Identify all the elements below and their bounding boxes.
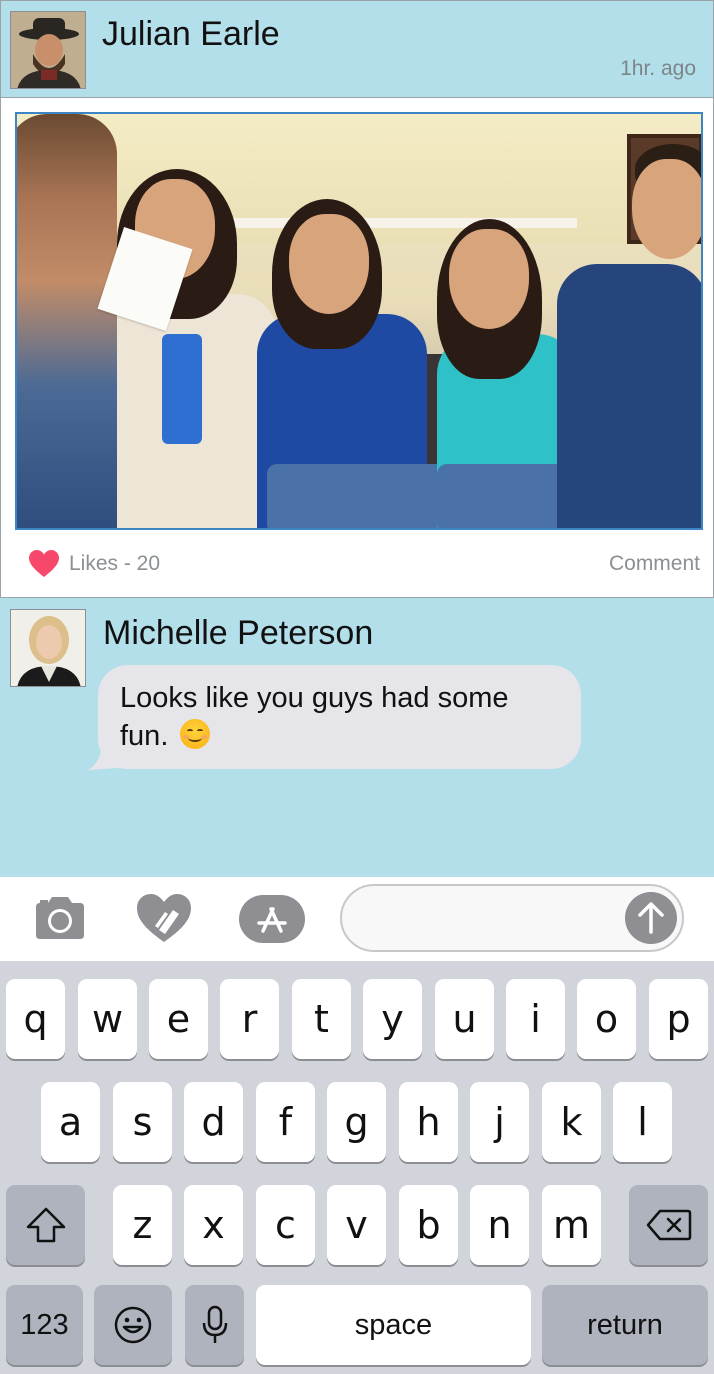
key-z[interactable]: z <box>113 1185 172 1265</box>
comment-text: Looks like you guys had some fun. <box>120 682 509 752</box>
key-c[interactable]: c <box>256 1185 315 1265</box>
app-store-icon <box>257 907 287 933</box>
julian-avatar[interactable] <box>10 11 86 89</box>
numbers-key[interactable]: 123 <box>6 1285 83 1365</box>
key-j[interactable]: j <box>470 1082 529 1162</box>
backspace-key[interactable] <box>629 1185 708 1265</box>
space-key[interactable]: space <box>256 1285 531 1365</box>
key-l[interactable]: l <box>613 1082 672 1162</box>
comment-bubble[interactable]: Looks like you guys had some fun. <box>98 665 581 769</box>
keyboard: q w e r t y u i o p a s d f g h j k l z … <box>0 961 714 1374</box>
key-o[interactable]: o <box>577 979 636 1059</box>
post-author-name[interactable]: Julian Earle <box>102 15 280 54</box>
key-q[interactable]: q <box>6 979 65 1059</box>
shift-icon <box>26 1207 65 1243</box>
emoji-key[interactable] <box>94 1285 172 1365</box>
post-photo[interactable] <box>15 112 703 530</box>
likes-section[interactable]: Likes - 20 <box>29 550 160 578</box>
key-f[interactable]: f <box>256 1082 315 1162</box>
key-x[interactable]: x <box>184 1185 243 1265</box>
key-h[interactable]: h <box>399 1082 458 1162</box>
key-p[interactable]: p <box>649 979 708 1059</box>
key-r[interactable]: r <box>220 979 279 1059</box>
comment-button[interactable]: Comment <box>609 552 700 576</box>
key-g[interactable]: g <box>327 1082 386 1162</box>
key-y[interactable]: y <box>363 979 422 1059</box>
key-a[interactable]: a <box>41 1082 100 1162</box>
key-t[interactable]: t <box>292 979 351 1059</box>
key-e[interactable]: e <box>149 979 208 1059</box>
key-w[interactable]: w <box>78 979 137 1059</box>
send-arrow-icon <box>638 902 664 934</box>
key-s[interactable]: s <box>113 1082 172 1162</box>
microphone-icon <box>202 1305 227 1343</box>
digital-touch-heart-icon[interactable] <box>135 892 193 944</box>
likes-count: Likes - 20 <box>69 552 161 575</box>
post-card: Likes - 20 Comment <box>0 98 714 598</box>
comment-author-name[interactable]: Michelle Peterson <box>103 614 373 653</box>
backspace-icon <box>646 1209 691 1241</box>
key-n[interactable]: n <box>470 1185 529 1265</box>
emoji-icon <box>114 1306 152 1344</box>
key-d[interactable]: d <box>184 1082 243 1162</box>
heart-icon[interactable] <box>29 550 59 578</box>
return-key[interactable]: return <box>542 1285 708 1365</box>
key-i[interactable]: i <box>506 979 565 1059</box>
message-thread-screen: Julian Earle 1hr. ago Likes - 20 Comment… <box>0 0 714 1374</box>
microphone-key[interactable] <box>185 1285 244 1365</box>
app-store-button[interactable] <box>239 895 305 943</box>
shift-key[interactable] <box>6 1185 85 1265</box>
send-button[interactable] <box>625 892 677 944</box>
michelle-avatar[interactable] <box>10 609 86 687</box>
smile-emoji <box>180 719 211 749</box>
key-u[interactable]: u <box>435 979 494 1059</box>
key-k[interactable]: k <box>542 1082 601 1162</box>
post-timestamp: 1hr. ago <box>620 57 696 80</box>
key-b[interactable]: b <box>399 1185 458 1265</box>
key-m[interactable]: m <box>542 1185 601 1265</box>
key-v[interactable]: v <box>327 1185 386 1265</box>
camera-icon[interactable] <box>32 895 88 941</box>
